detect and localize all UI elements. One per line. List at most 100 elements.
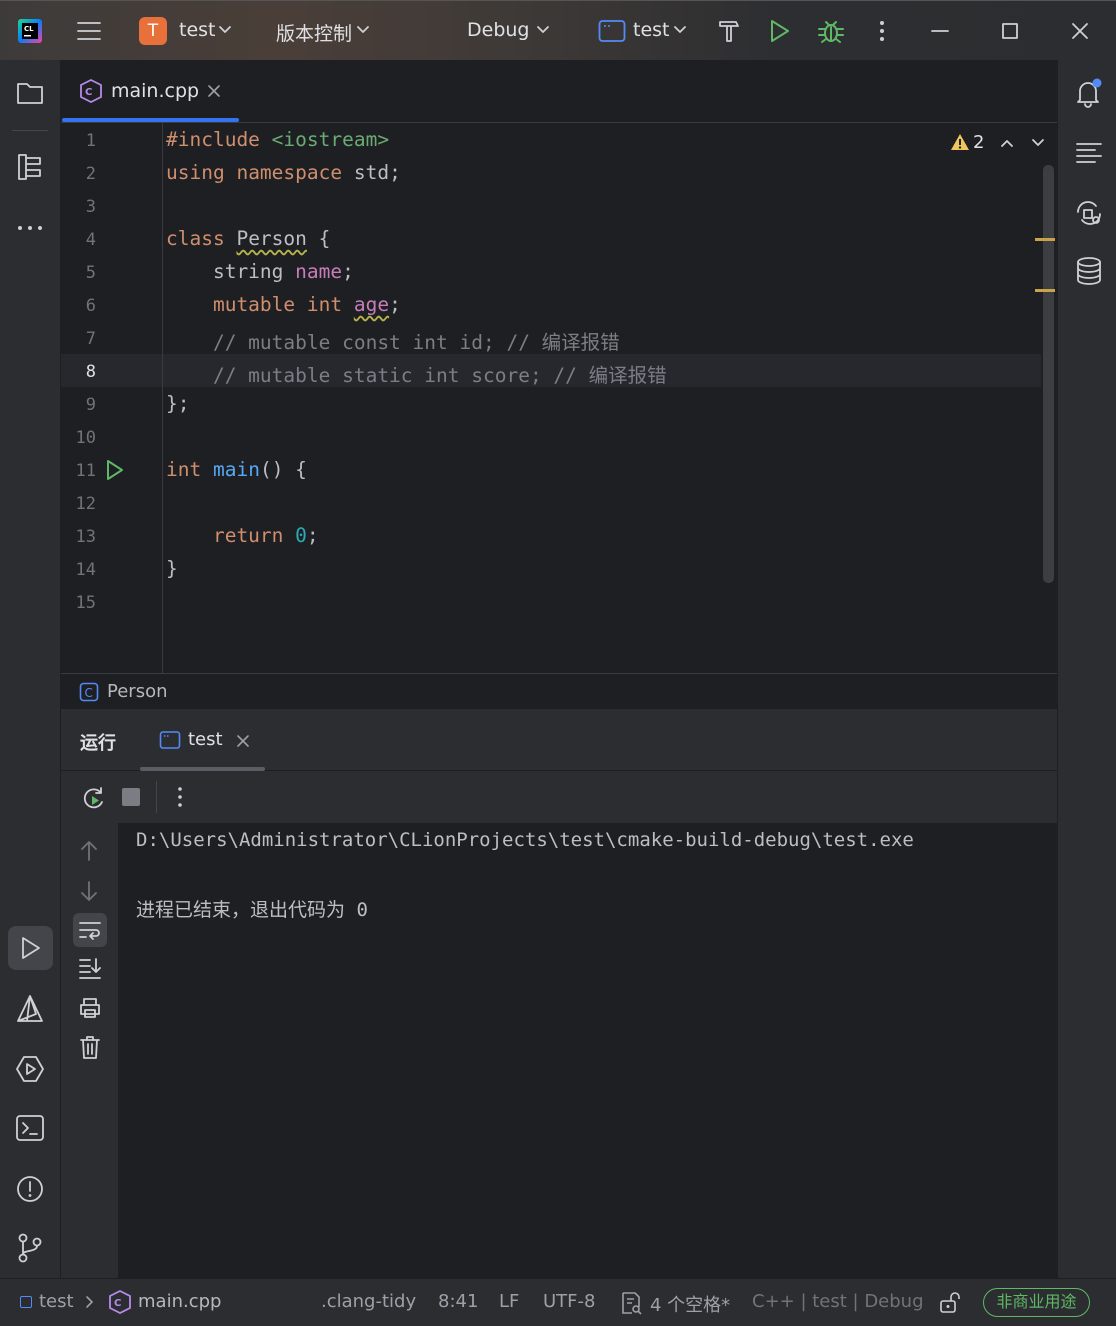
line-number: 9: [85, 395, 96, 415]
trash-icon[interactable]: [78, 1034, 102, 1060]
left-tool-strip: [0, 60, 61, 1278]
close-tab-icon[interactable]: [207, 84, 221, 98]
editor-scrollbar[interactable]: [1043, 165, 1054, 583]
line-number: 5: [85, 263, 96, 283]
code-line-8: // mutable static int score; // 编译报错: [166, 364, 667, 387]
console-output[interactable]: [118, 823, 1057, 1278]
minimize-icon[interactable]: [930, 21, 950, 41]
code-line-4: class Person {: [166, 227, 331, 250]
warning-icon[interactable]: [950, 133, 970, 151]
chevron-down-icon[interactable]: [218, 23, 232, 37]
run-target[interactable]: test: [633, 19, 670, 41]
title-bar: CL T test 版本控制 Debug test: [0, 0, 1116, 60]
status-indent[interactable]: 4 个空格*: [650, 1291, 730, 1317]
project-folder-icon[interactable]: [16, 80, 44, 106]
code-line-7: // mutable const int id; // 编译报错: [166, 331, 620, 354]
down-arrow-icon[interactable]: [78, 879, 100, 903]
chevron-down-icon[interactable]: [356, 23, 370, 37]
run-config-icon[interactable]: [598, 19, 626, 43]
debug-bug-icon[interactable]: [817, 17, 845, 45]
main-menu-icon[interactable]: [76, 19, 102, 43]
notifications-icon[interactable]: [1074, 78, 1104, 108]
status-encoding[interactable]: UTF-8: [543, 1291, 595, 1312]
more-actions-icon[interactable]: [872, 19, 892, 43]
run-tool-button[interactable]: [8, 926, 53, 970]
more-tools-icon[interactable]: [16, 218, 44, 238]
active-tab-indicator: [62, 118, 239, 122]
close-run-tab-icon[interactable]: [236, 734, 250, 748]
status-line-ending[interactable]: LF: [499, 1291, 519, 1312]
scroll-to-end-icon[interactable]: [78, 956, 102, 980]
tab-main-cpp[interactable]: main.cpp: [111, 80, 199, 102]
close-window-icon[interactable]: [1070, 21, 1090, 41]
rerun-icon[interactable]: [81, 785, 107, 811]
status-linter[interactable]: .clang-tidy: [321, 1291, 416, 1312]
build-hammer-icon[interactable]: [716, 18, 742, 44]
up-arrow-icon[interactable]: [78, 839, 100, 863]
line-number: 2: [85, 164, 96, 184]
more-options-icon[interactable]: [170, 785, 190, 809]
license-badge[interactable]: 非商业用途: [983, 1288, 1090, 1317]
svg-text:CL: CL: [24, 25, 34, 33]
run-icon[interactable]: [768, 18, 792, 44]
indent-settings-icon[interactable]: [620, 1291, 642, 1315]
warning-marker[interactable]: [1035, 289, 1055, 292]
warning-count[interactable]: 2: [973, 132, 984, 153]
next-highlight-icon[interactable]: [1031, 136, 1045, 150]
cmake-icon[interactable]: [15, 994, 45, 1024]
soft-wrap-button[interactable]: [73, 913, 107, 947]
class-icon: C: [79, 682, 99, 702]
line-number: 15: [75, 593, 96, 613]
maximize-icon[interactable]: [1000, 21, 1020, 41]
clion-logo-icon[interactable]: CL: [18, 19, 42, 43]
chevron-right-icon: [84, 1295, 96, 1309]
run-panel-title: 运行: [80, 733, 116, 754]
code-editor[interactable]: 2: [61, 123, 1057, 673]
ai-assistant-icon[interactable]: [1074, 198, 1104, 228]
git-branch-icon[interactable]: [15, 1232, 45, 1264]
run-tab-test[interactable]: test: [188, 729, 223, 750]
build-config-selector[interactable]: Debug: [467, 19, 529, 41]
editor-breadcrumb: C Person: [61, 673, 1057, 709]
code-line-1: #include <iostream>: [166, 128, 390, 151]
status-bar: test C main.cpp .clang-tidy 8:41 LF UTF-…: [0, 1278, 1116, 1326]
database-icon[interactable]: [1075, 256, 1103, 286]
line-number: 3: [85, 197, 96, 217]
status-project[interactable]: test: [39, 1291, 74, 1312]
run-gutter-icon[interactable]: [104, 459, 126, 481]
project-name[interactable]: test: [179, 19, 216, 41]
chevron-down-icon[interactable]: [536, 23, 550, 37]
status-cursor-position[interactable]: 8:41: [438, 1291, 478, 1312]
breadcrumb-item[interactable]: Person: [107, 681, 168, 702]
line-number: 6: [85, 296, 96, 316]
console-line: D:\Users\Administrator\CLionProjects\tes…: [136, 829, 914, 851]
print-icon[interactable]: [78, 996, 102, 1020]
terminal-icon[interactable]: [15, 1114, 45, 1142]
structure-outline-icon[interactable]: [1075, 140, 1103, 166]
chevron-down-icon[interactable]: [673, 23, 687, 37]
svg-text:C: C: [114, 1298, 121, 1309]
line-number: 12: [75, 494, 96, 514]
divider: [156, 781, 157, 813]
code-line-5: string name;: [166, 260, 354, 283]
vcs-menu[interactable]: 版本控制: [276, 19, 352, 46]
status-context[interactable]: C++ | test | Debug: [752, 1291, 924, 1312]
divider: [12, 130, 48, 131]
unlock-icon[interactable]: [939, 1291, 961, 1315]
status-file[interactable]: main.cpp: [138, 1291, 221, 1312]
problems-icon[interactable]: [15, 1174, 45, 1204]
project-badge[interactable]: T: [139, 17, 167, 45]
line-number: 7: [85, 329, 96, 349]
run-panel-header: 运行 test: [61, 709, 1057, 771]
previous-highlight-icon[interactable]: [1000, 136, 1014, 150]
line-number: 1: [85, 131, 96, 151]
editor-tab-bar: C main.cpp: [61, 60, 1057, 123]
services-icon[interactable]: [15, 1054, 45, 1084]
structure-icon[interactable]: [16, 152, 44, 182]
code-line-6: mutable int age;: [166, 293, 401, 316]
line-number: 4: [85, 230, 96, 250]
warning-marker[interactable]: [1035, 238, 1055, 241]
svg-text:C: C: [85, 686, 93, 700]
stop-icon[interactable]: [122, 788, 140, 806]
console-line: 进程已结束，退出代码为 0: [136, 899, 368, 921]
